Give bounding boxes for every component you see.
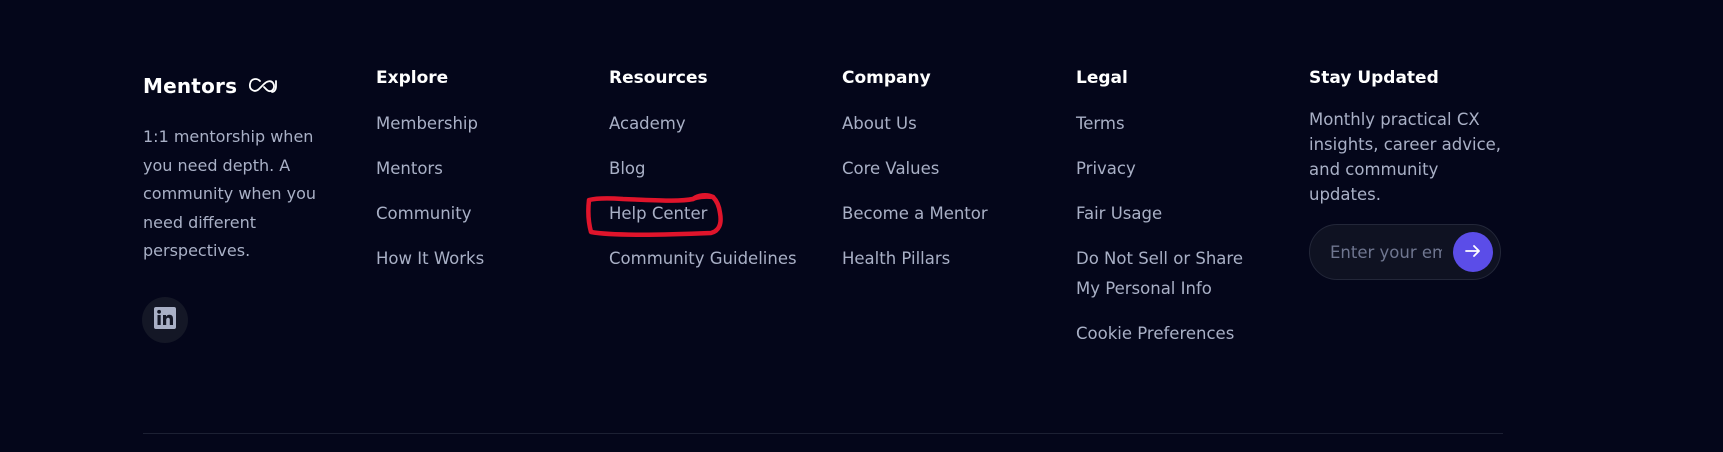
- brand-name: Mentors: [143, 74, 238, 98]
- legal-column: Legal Terms Privacy Fair Usage Do Not Se…: [1076, 66, 1266, 364]
- link-community[interactable]: Community: [376, 199, 484, 229]
- resources-column: Resources Academy Blog Help Center Commu…: [609, 66, 797, 289]
- link-cookie-preferences[interactable]: Cookie Preferences: [1076, 319, 1266, 349]
- resources-links: Academy Blog Help Center Community Guide…: [609, 109, 797, 274]
- legal-links: Terms Privacy Fair Usage Do Not Sell or …: [1076, 109, 1266, 349]
- link-about-us[interactable]: About Us: [842, 109, 988, 139]
- resources-heading: Resources: [609, 68, 708, 88]
- arrow-right-icon: [1464, 242, 1482, 263]
- infinity-cx-logo-icon: [247, 76, 281, 96]
- link-do-not-sell[interactable]: Do Not Sell or Share My Personal Info: [1076, 244, 1266, 304]
- link-become-a-mentor[interactable]: Become a Mentor: [842, 199, 988, 229]
- linkedin-icon: [153, 306, 177, 334]
- linkedin-button[interactable]: [142, 296, 188, 343]
- link-academy[interactable]: Academy: [609, 109, 797, 139]
- link-help-center[interactable]: Help Center: [609, 199, 797, 229]
- link-terms[interactable]: Terms: [1076, 109, 1266, 139]
- explore-column: Explore Membership Mentors Community How…: [376, 66, 484, 289]
- newsletter-heading: Stay Updated: [1309, 68, 1439, 88]
- brand-tagline: 1:1 mentorship when you need depth. A co…: [143, 127, 317, 260]
- link-fair-usage[interactable]: Fair Usage: [1076, 199, 1266, 229]
- link-membership[interactable]: Membership: [376, 109, 484, 139]
- link-mentors[interactable]: Mentors: [376, 154, 484, 184]
- explore-links: Membership Mentors Community How It Work…: [376, 109, 484, 274]
- link-community-guidelines[interactable]: Community Guidelines: [609, 244, 797, 274]
- footer-divider: [143, 433, 1503, 434]
- newsletter-description: Monthly practical CX insights, career ad…: [1309, 110, 1502, 204]
- legal-heading: Legal: [1076, 68, 1128, 88]
- link-core-values[interactable]: Core Values: [842, 154, 988, 184]
- newsletter-column: Stay Updated Monthly practical CX insigh…: [1309, 66, 1509, 280]
- newsletter-form: [1309, 224, 1501, 280]
- explore-heading: Explore: [376, 68, 449, 88]
- brand-column: Mentors 1:1 mentorship when you need dep…: [142, 66, 343, 343]
- email-input[interactable]: [1330, 225, 1442, 279]
- company-heading: Company: [842, 68, 931, 88]
- link-blog[interactable]: Blog: [609, 154, 797, 184]
- brand[interactable]: Mentors: [143, 66, 343, 106]
- company-links: About Us Core Values Become a Mentor Hea…: [842, 109, 988, 274]
- link-privacy[interactable]: Privacy: [1076, 154, 1266, 184]
- link-how-it-works[interactable]: How It Works: [376, 244, 484, 274]
- site-footer: Mentors 1:1 mentorship when you need dep…: [0, 0, 1723, 452]
- company-column: Company About Us Core Values Become a Me…: [842, 66, 988, 289]
- subscribe-button[interactable]: [1453, 232, 1493, 272]
- link-health-pillars[interactable]: Health Pillars: [842, 244, 988, 274]
